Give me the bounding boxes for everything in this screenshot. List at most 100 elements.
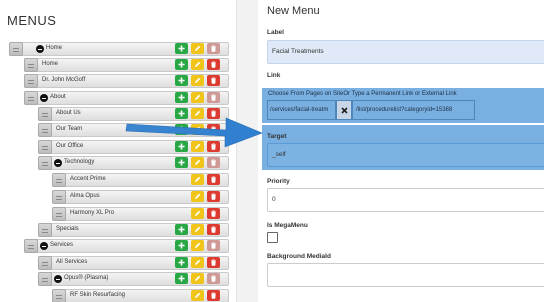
edit-button[interactable] (191, 257, 204, 268)
drag-handle-icon[interactable] (38, 256, 52, 270)
collapse-minus-icon[interactable] (36, 45, 44, 53)
add-button[interactable] (175, 75, 188, 86)
collapse-minus-icon[interactable] (54, 275, 62, 283)
drag-handle-icon[interactable] (24, 74, 38, 88)
drag-handle-icon[interactable] (38, 123, 52, 137)
clear-link-button[interactable] (336, 100, 352, 120)
delete-button[interactable] (207, 174, 220, 185)
drag-handle-icon[interactable] (38, 140, 52, 154)
tree-row-label: Our Office (56, 143, 84, 149)
drag-handle-icon[interactable] (38, 223, 52, 237)
delete-button[interactable] (207, 108, 220, 119)
delete-button[interactable] (207, 141, 220, 152)
delete-button[interactable] (207, 208, 220, 219)
add-button[interactable] (175, 124, 188, 135)
delete-button[interactable] (207, 290, 220, 301)
drag-handle-icon[interactable] (9, 42, 23, 56)
delete-button[interactable] (207, 43, 220, 54)
delete-button[interactable] (207, 224, 220, 235)
tree-row-our-team[interactable]: Our Team (38, 123, 229, 137)
delete-button[interactable] (207, 240, 220, 251)
tree-row-accent-prime[interactable]: Accent Prime (52, 173, 229, 187)
add-button[interactable] (175, 92, 188, 103)
drag-handle-icon[interactable] (38, 272, 52, 286)
delete-button[interactable] (207, 257, 220, 268)
link-url-input[interactable]: /list/procedurelist?categoryid=15388 (352, 100, 475, 120)
add-button[interactable] (175, 240, 188, 251)
edit-button[interactable] (191, 59, 204, 70)
edit-button[interactable] (191, 208, 204, 219)
drag-handle-icon[interactable] (38, 107, 52, 121)
edit-button[interactable] (191, 75, 204, 86)
edit-button[interactable] (191, 174, 204, 185)
megamenu-field-label: Is MegaMenu (267, 222, 308, 229)
tree-row-alma-opus[interactable]: Alma Opus (52, 190, 229, 204)
tree-row-dr-john-mcgoff[interactable]: Dr. John McGoff (24, 74, 229, 88)
delete-button[interactable] (207, 191, 220, 202)
edit-button[interactable] (191, 224, 204, 235)
priority-field-label: Priority (267, 178, 290, 185)
edit-button[interactable] (191, 43, 204, 54)
drag-handle-icon[interactable] (38, 156, 52, 170)
priority-input[interactable]: 0 (267, 188, 544, 212)
link-help-text: Choose From Pages on SiteOr Type a Perma… (268, 91, 457, 97)
drag-handle-icon[interactable] (24, 91, 38, 105)
collapse-minus-icon[interactable] (40, 242, 48, 250)
tree-row-about[interactable]: About (24, 91, 229, 105)
tree-row-label: Specials (56, 226, 79, 232)
drag-handle-icon[interactable] (24, 58, 38, 72)
tree-row-rf-skin-resurfacing[interactable]: RF Skin Resurfacing (52, 289, 229, 302)
megamenu-checkbox[interactable] (267, 232, 278, 243)
add-button[interactable] (175, 141, 188, 152)
tree-row-all-services[interactable]: All Services (38, 256, 229, 270)
tree-row-label: Dr. John McGoff (42, 77, 86, 83)
drag-handle-icon[interactable] (52, 190, 66, 204)
target-field-label: Target (267, 133, 287, 140)
delete-button[interactable] (207, 157, 220, 168)
tree-row-label: All Services (56, 259, 88, 265)
tree-row-home[interactable]: Home (9, 42, 229, 56)
tree-row-technology[interactable]: Technology (38, 156, 229, 170)
edit-button[interactable] (191, 108, 204, 119)
add-button[interactable] (175, 59, 188, 70)
add-button[interactable] (175, 273, 188, 284)
tree-row-specials[interactable]: Specials (38, 223, 229, 237)
edit-button[interactable] (191, 157, 204, 168)
drag-handle-icon[interactable] (24, 239, 38, 253)
edit-button[interactable] (191, 273, 204, 284)
tree-row-home-page[interactable]: Home (24, 58, 229, 72)
target-input[interactable]: _self (267, 143, 544, 167)
delete-button[interactable] (207, 124, 220, 135)
tree-row-our-office[interactable]: Our Office (38, 140, 229, 154)
media-id-input[interactable] (267, 263, 544, 287)
delete-button[interactable] (207, 59, 220, 70)
new-menu-form: New Menu Label Facial Treatments Link Ch… (258, 0, 544, 302)
collapse-minus-icon[interactable] (40, 94, 48, 102)
edit-button[interactable] (191, 92, 204, 103)
delete-button[interactable] (207, 273, 220, 284)
add-button[interactable] (175, 224, 188, 235)
delete-button[interactable] (207, 92, 220, 103)
edit-button[interactable] (191, 141, 204, 152)
delete-button[interactable] (207, 75, 220, 86)
edit-button[interactable] (191, 191, 204, 202)
collapse-minus-icon[interactable] (54, 159, 62, 167)
add-button[interactable] (175, 108, 188, 119)
tree-row-opus-plasma[interactable]: Opus® (Plasma) (38, 272, 229, 286)
add-button[interactable] (175, 257, 188, 268)
page-select-input[interactable]: /services/facial-treatm (267, 100, 336, 120)
drag-handle-icon[interactable] (52, 173, 66, 187)
edit-button[interactable] (191, 240, 204, 251)
menu-tree-panel: MENUS Home Home Dr. John McGoff About Ab… (0, 0, 236, 302)
label-field-label: Label (267, 29, 284, 36)
tree-row-about-us[interactable]: About Us (38, 107, 229, 121)
label-input[interactable]: Facial Treatments (267, 40, 544, 64)
edit-button[interactable] (191, 290, 204, 301)
add-button[interactable] (175, 157, 188, 168)
tree-row-services[interactable]: Services (24, 239, 229, 253)
tree-row-harmony-xl-pro[interactable]: Harmony XL Pro (52, 207, 229, 221)
add-button[interactable] (175, 43, 188, 54)
edit-button[interactable] (191, 124, 204, 135)
drag-handle-icon[interactable] (52, 207, 66, 221)
drag-handle-icon[interactable] (52, 289, 66, 302)
